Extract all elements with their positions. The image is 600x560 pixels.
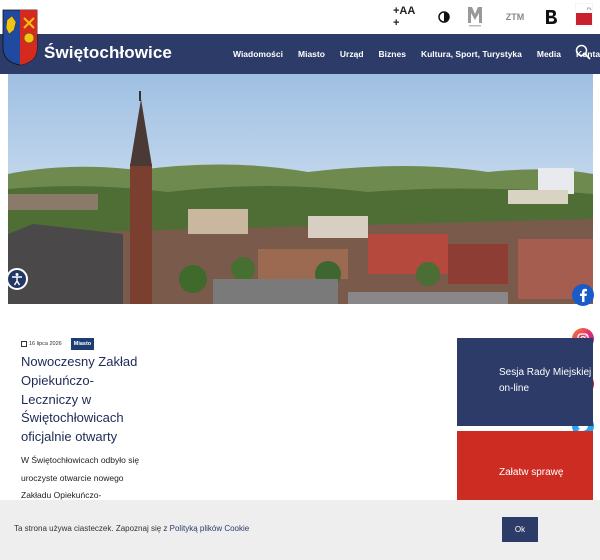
site-title[interactable]: Świętochłowice — [44, 43, 172, 63]
nav-item-kultura[interactable]: Kultura, Sport, Turystyka — [421, 49, 522, 59]
museum-logo-icon[interactable] — [466, 4, 484, 30]
article-meta: 16 lipca 2026 Miasto — [21, 338, 146, 350]
handle-matter-tile[interactable]: Załatw sprawę — [457, 431, 593, 506]
ztm-logo-icon[interactable]: ZTM — [504, 8, 526, 26]
nav-item-wiadomosci[interactable]: Wiadomości — [233, 49, 283, 59]
hero-image — [8, 74, 593, 304]
page: +AA + ZTM PL Świętochłowice Wiadomości M… — [0, 0, 600, 560]
accessibility-icon[interactable] — [6, 268, 28, 290]
city-crest-icon[interactable] — [2, 8, 38, 66]
nav-item-biznes[interactable]: Biznes — [379, 49, 406, 59]
top-utility-bar: +AA + ZTM PL — [0, 0, 600, 34]
article-date-text: 16 lipca 2026 — [29, 341, 62, 347]
calendar-icon — [21, 341, 27, 347]
cookie-policy-link[interactable]: Polityką plików Cookie — [170, 524, 250, 533]
language-flag-icon[interactable]: PL — [575, 3, 593, 27]
search-icon[interactable] — [575, 44, 593, 62]
main-navigation: Świętochłowice Wiadomości Miasto Urząd B… — [0, 34, 600, 74]
article-headline[interactable]: Nowoczesny Zakład Opiekuńczo-Leczniczy w… — [21, 353, 146, 447]
font-size-button[interactable]: +AA + — [393, 5, 423, 29]
nav-item-miasto[interactable]: Miasto — [298, 49, 325, 59]
cookie-text: Ta strona używa ciasteczek. Zapoznaj się… — [14, 524, 249, 533]
council-session-tile[interactable]: Sesja Rady Miejskiej on-line — [457, 338, 593, 426]
language-label: PL — [587, 6, 593, 11]
nav-item-urzad[interactable]: Urząd — [340, 49, 364, 59]
nav-links: Wiadomości Miasto Urząd Biznes Kultura, … — [233, 34, 600, 74]
b-logo-icon[interactable] — [543, 8, 559, 26]
facebook-icon[interactable] — [572, 284, 594, 306]
cookie-ok-button[interactable]: Ok — [502, 517, 538, 542]
category-badge[interactable]: Miasto — [70, 338, 95, 350]
cookie-message: Ta strona używa ciasteczek. Zapoznaj się… — [14, 524, 168, 533]
article-date: 16 lipca 2026 — [21, 341, 62, 347]
handle-matter-label: Załatw sprawę — [499, 467, 564, 478]
contrast-icon[interactable] — [437, 8, 451, 26]
nav-item-media[interactable]: Media — [537, 49, 561, 59]
council-session-label: Sesja Rady Miejskiej on-line — [499, 367, 592, 394]
